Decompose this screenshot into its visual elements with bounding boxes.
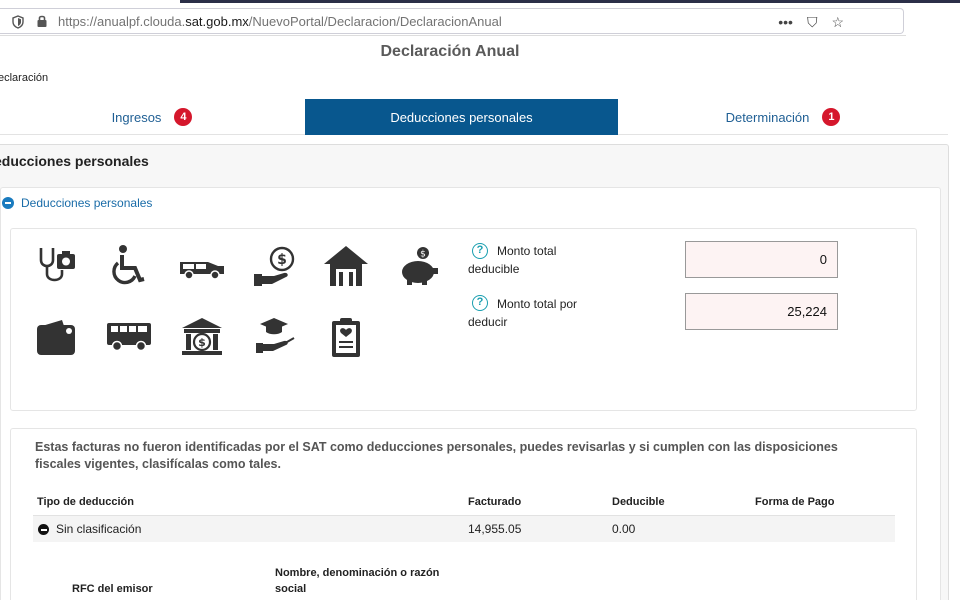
bank-icon[interactable]: $	[180, 316, 224, 356]
page-title: Declaración Anual	[380, 43, 520, 60]
section-label: Deducciones personales	[21, 196, 153, 210]
wheelchair-icon[interactable]	[109, 244, 149, 288]
monto-por-deducir-field[interactable]: 25,224	[685, 293, 838, 330]
tab-badge: 1	[822, 108, 841, 126]
tab-ingresos[interactable]: Ingresos 4	[0, 99, 304, 135]
school-bus-icon[interactable]	[105, 320, 153, 352]
tab-label: Ingresos	[111, 109, 162, 125]
help-por-deducir-icon[interactable]: ?	[472, 295, 488, 311]
collapse-row-icon[interactable]	[38, 524, 49, 535]
section-collapse-toggle[interactable]: Deducciones personales	[2, 196, 152, 210]
tab-label: Deducciones personales	[390, 109, 533, 125]
page-actions-icon[interactable]: •••	[778, 14, 793, 30]
collapse-icon	[2, 197, 14, 209]
medical-stethoscope-icon[interactable]	[36, 244, 78, 286]
url-text[interactable]: https://anualpf.clouda.sat.gob.mx/NuevoP…	[58, 14, 502, 29]
monto-por-deducir-label-line2: deducir	[468, 315, 508, 329]
house-icon[interactable]	[322, 244, 370, 288]
row-tipo: Sin clasificación	[56, 522, 142, 536]
row-facturado: 14,955.05	[468, 522, 522, 536]
panel-title: educciones personales	[0, 153, 149, 169]
tab-determinacion[interactable]: Determinación 1	[618, 99, 948, 135]
unclassified-notice: Estas facturas no fueron identificadas p…	[35, 440, 838, 471]
graduation-hand-icon[interactable]	[254, 316, 298, 356]
tab-badge: 4	[174, 108, 193, 126]
browser-top-strip	[180, 0, 960, 3]
tab-label: Determinación	[725, 109, 810, 125]
monto-deducible-field[interactable]: 0	[685, 241, 838, 278]
lock-icon[interactable]	[36, 14, 48, 28]
monto-deducible-label-line2: deducible	[468, 262, 520, 276]
browser-url-bar: https://anualpf.clouda.sat.gob.mx/NuevoP…	[0, 4, 906, 36]
tracking-shield-icon[interactable]	[12, 15, 24, 29]
money-hand-icon[interactable]: $	[252, 246, 296, 288]
column-header-tipo: Tipo de deducción	[37, 496, 134, 508]
help-deducible-icon[interactable]: ?	[472, 243, 488, 259]
tab-bar: Ingresos 4 Deducciones personales Determ…	[0, 99, 948, 135]
bookmark-star-icon[interactable]: ☆	[831, 14, 844, 30]
breadcrumb[interactable]: eclaración	[0, 72, 48, 84]
column-header-forma-pago: Forma de Pago	[755, 496, 835, 508]
subheader-nombre-line1: Nombre, denominación o razón	[275, 567, 440, 579]
piggy-bank-icon[interactable]: $	[398, 246, 440, 286]
monto-por-deducir-label-line1: Monto total por	[497, 297, 578, 311]
svg-text:$: $	[198, 336, 206, 349]
tab-deducciones-personales[interactable]: Deducciones personales	[305, 99, 618, 135]
svg-text:$: $	[420, 250, 426, 260]
subheader-rfc: RFC del emisor	[72, 583, 153, 595]
column-header-facturado: Facturado	[468, 496, 522, 508]
clipboard-icon[interactable]	[330, 316, 362, 358]
monto-deducible-label-line1: Monto total	[497, 244, 557, 258]
wallet-icon[interactable]	[36, 318, 76, 356]
column-header-deducible: Deducible	[612, 496, 665, 508]
pocket-icon[interactable]: ⛉	[807, 14, 818, 30]
svg-text:$: $	[277, 252, 287, 268]
table-row[interactable]	[33, 516, 895, 542]
hearse-icon[interactable]	[178, 254, 226, 280]
row-deducible: 0.00	[612, 522, 636, 536]
subheader-nombre-line2: social	[275, 583, 307, 595]
